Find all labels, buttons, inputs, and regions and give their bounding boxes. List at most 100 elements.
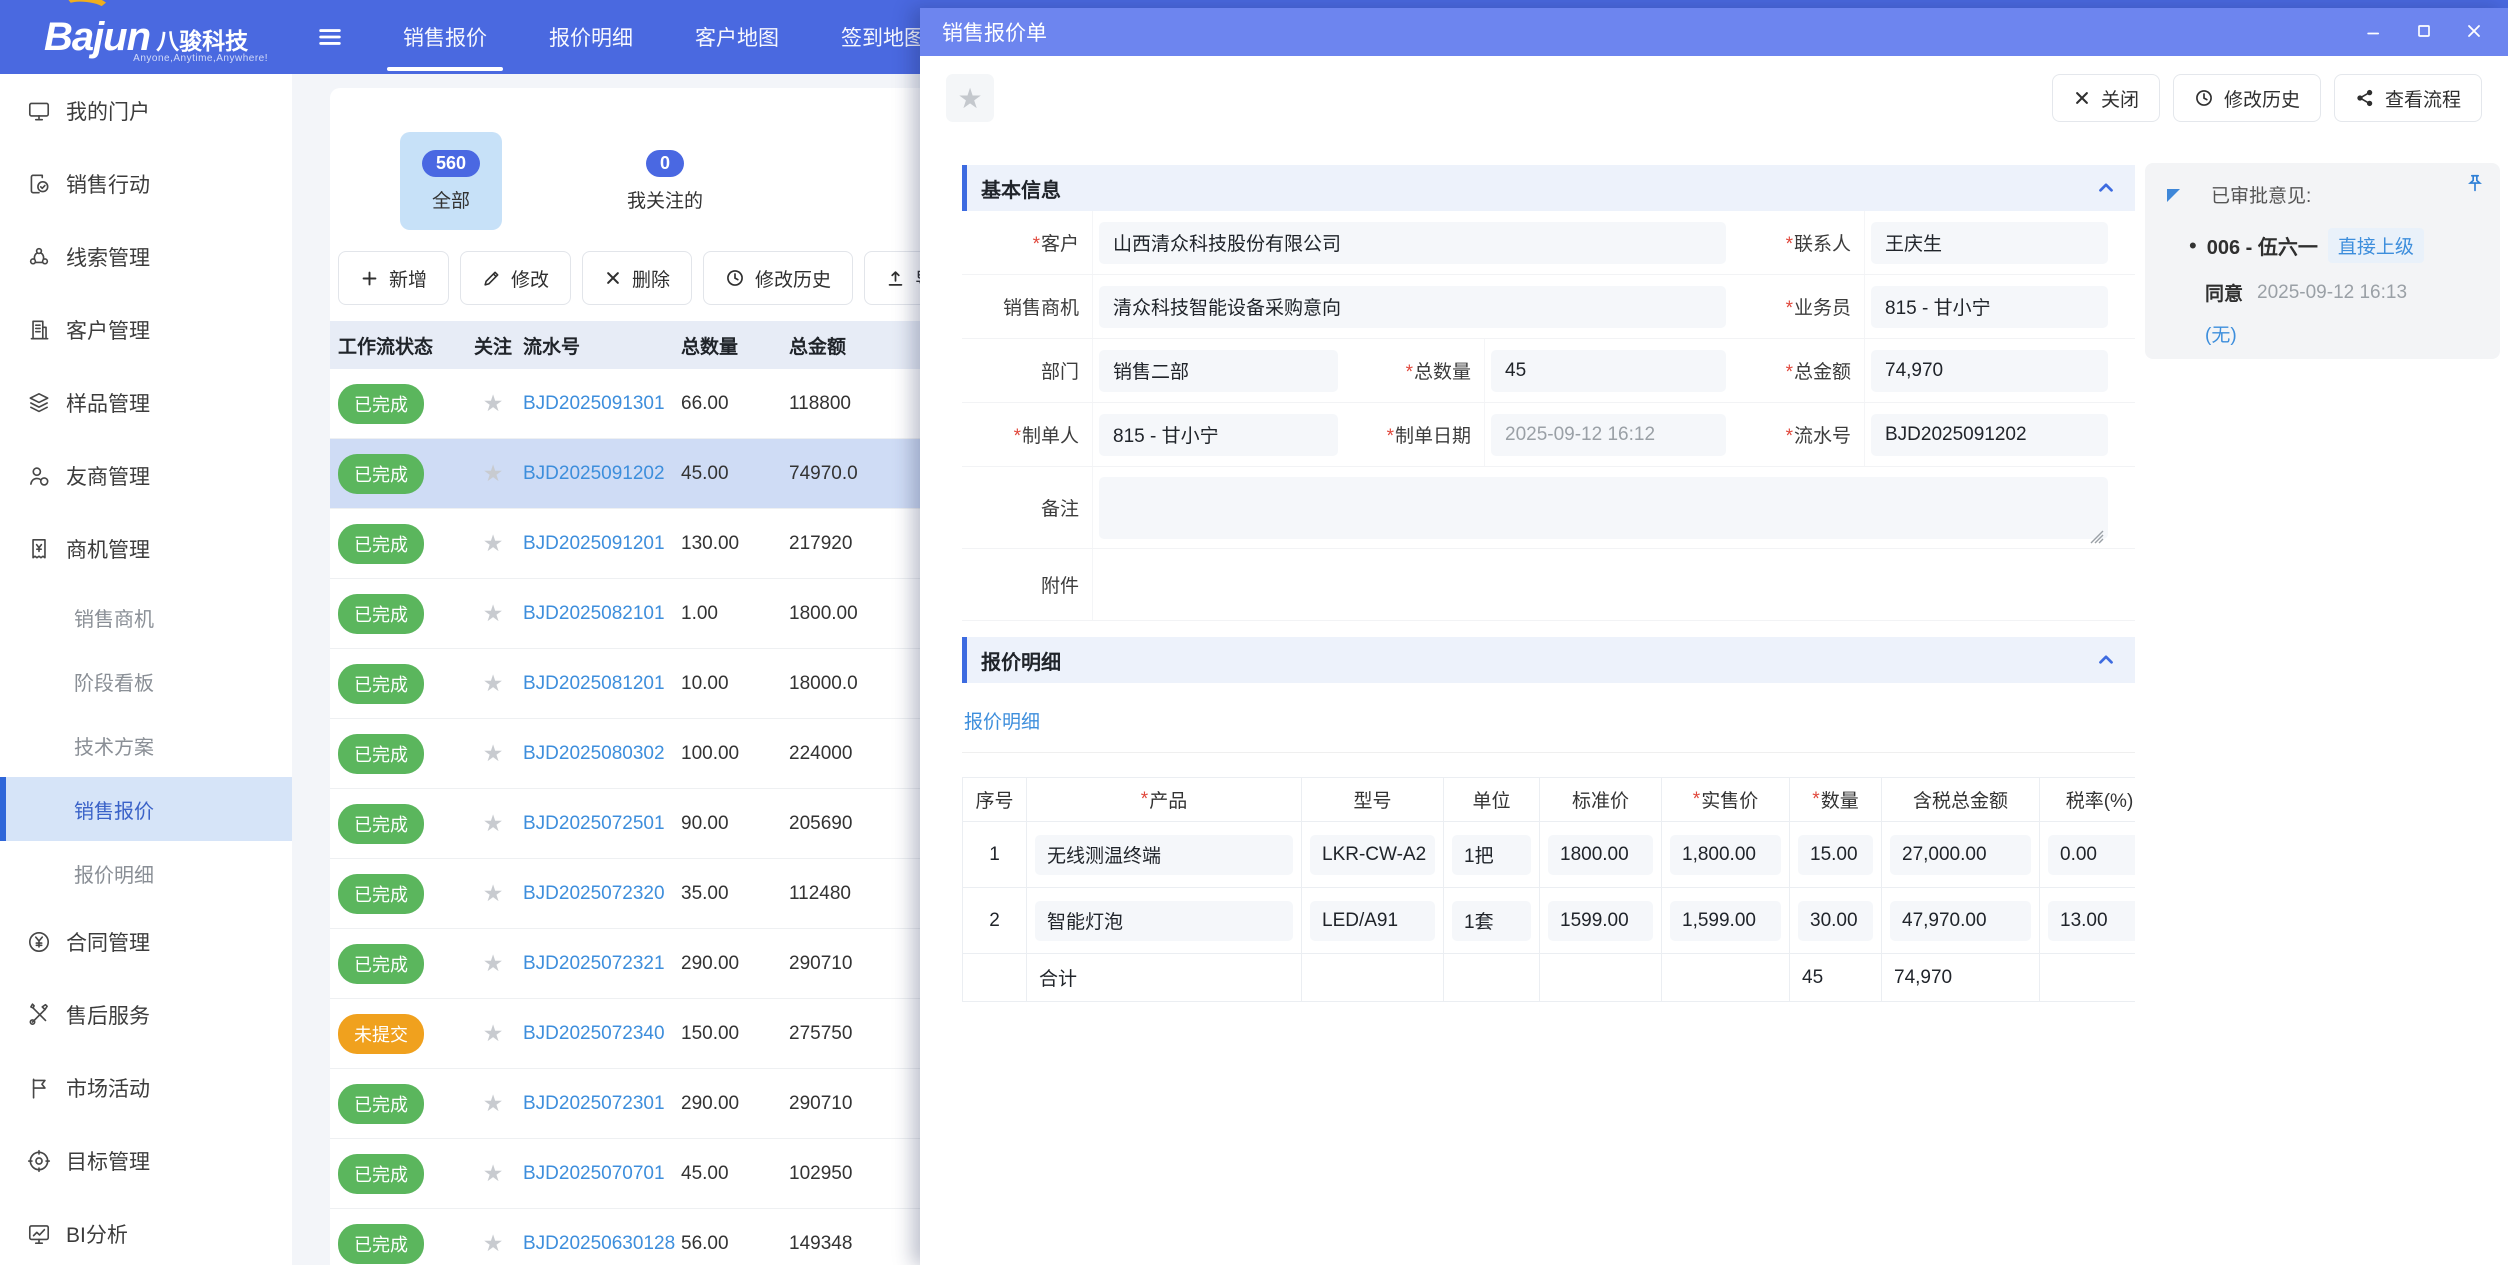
- favorite-star-icon[interactable]: ★: [463, 810, 523, 837]
- creator-field[interactable]: [1099, 414, 1338, 456]
- flow-no-link[interactable]: BJD2025072320: [523, 883, 665, 904]
- favorite-star-icon[interactable]: ★: [463, 670, 523, 697]
- flow-no-link[interactable]: BJD2025091202: [523, 463, 665, 484]
- detail-qty-value[interactable]: 30.00: [1798, 901, 1873, 941]
- flow-no-link[interactable]: BJD20250630128: [523, 1233, 675, 1254]
- pin-icon[interactable]: [2464, 173, 2486, 195]
- filter-followed[interactable]: 0 我关注的: [614, 132, 716, 230]
- favorite-star-icon[interactable]: ★: [463, 1020, 523, 1047]
- sidebar-item-marketing[interactable]: 市场活动: [0, 1051, 292, 1124]
- flow-no-link[interactable]: BJD2025091201: [523, 533, 665, 554]
- sidebar-item-targets[interactable]: 目标管理: [0, 1124, 292, 1197]
- opportunity-field[interactable]: [1099, 286, 1726, 328]
- sidebar-subitem-stage-board[interactable]: 阶段看板: [0, 649, 292, 713]
- favorite-star-icon[interactable]: ★: [463, 880, 523, 907]
- close-window-icon[interactable]: [2464, 21, 2486, 43]
- attachment-cell[interactable]: [1092, 549, 2114, 620]
- detail-std_price-value[interactable]: 1800.00: [1548, 835, 1653, 875]
- detail-sell_price-value[interactable]: 1,599.00: [1670, 901, 1781, 941]
- add-button[interactable]: 新增: [338, 251, 449, 305]
- favorite-star-icon[interactable]: ★: [463, 390, 523, 417]
- detail-std_price-cell: 1800.00: [1540, 822, 1662, 888]
- detail-amount-value[interactable]: 27,000.00: [1890, 835, 2031, 875]
- remark-field[interactable]: [1099, 477, 2108, 539]
- flow-no-link[interactable]: BJD2025091301: [523, 393, 665, 414]
- customer-field[interactable]: [1099, 222, 1726, 264]
- flow-no-link[interactable]: BJD2025070701: [523, 1163, 665, 1184]
- sidebar-item-sales-action[interactable]: 销售行动: [0, 147, 292, 220]
- sidebar-item-samples[interactable]: 样品管理: [0, 366, 292, 439]
- sidebar-item-bi-analysis[interactable]: BI分析: [0, 1197, 292, 1265]
- detail-tax-value[interactable]: 0.00: [2048, 835, 2135, 875]
- detail-amount-value[interactable]: 47,970.00: [1890, 901, 2031, 941]
- sidebar-item-leads[interactable]: 线索管理: [0, 220, 292, 293]
- detail-model-value[interactable]: LKR-CW-A2: [1310, 835, 1435, 875]
- favorite-star-icon[interactable]: ★: [946, 74, 994, 122]
- department-field[interactable]: [1099, 350, 1338, 392]
- sidebar-item-contracts[interactable]: 合同管理: [0, 905, 292, 978]
- quote-detail-link[interactable]: 报价明细: [964, 707, 1040, 734]
- add-button-label: 新增: [389, 265, 427, 292]
- sidebar-item-customers[interactable]: 客户管理: [0, 293, 292, 366]
- favorite-star-icon[interactable]: ★: [463, 1160, 523, 1187]
- sidebar-item-competitors[interactable]: 友商管理: [0, 439, 292, 512]
- sidebar-subitem-sales-opportunity[interactable]: 销售商机: [0, 585, 292, 649]
- total-amount-field[interactable]: [1871, 350, 2108, 392]
- detail-std_price-value[interactable]: 1599.00: [1548, 901, 1653, 941]
- target-icon: [26, 1148, 52, 1174]
- history-button[interactable]: 修改历史: [703, 251, 853, 305]
- approver-role-link[interactable]: 直接上级: [2328, 228, 2424, 263]
- divider: [962, 752, 2135, 753]
- salesman-field[interactable]: [1871, 286, 2108, 328]
- contact-field[interactable]: [1871, 222, 2108, 264]
- flow-no-link[interactable]: BJD2025072301: [523, 1093, 665, 1114]
- detail-unit-value[interactable]: 1把: [1452, 835, 1531, 875]
- favorite-star-icon[interactable]: ★: [463, 600, 523, 627]
- flow-no-link[interactable]: BJD2025072501: [523, 813, 665, 834]
- detail-tax-value[interactable]: 13.00: [2048, 901, 2135, 941]
- sidebar-subitem-sales-quote[interactable]: 销售报价: [0, 777, 292, 841]
- detail-product-value[interactable]: 无线测温终端: [1035, 835, 1293, 875]
- flow-no-link[interactable]: BJD2025081201: [523, 673, 665, 694]
- resize-grip-icon[interactable]: [2090, 530, 2104, 544]
- collapse-chevron-icon[interactable]: [2095, 177, 2117, 199]
- sidebar-item-my-portal[interactable]: 我的门户: [0, 74, 292, 147]
- nav-tab-quote-detail[interactable]: 报价明细: [518, 0, 664, 74]
- collapse-triangle-icon[interactable]: [2167, 189, 2180, 202]
- favorite-star-icon[interactable]: ★: [463, 740, 523, 767]
- favorite-star-icon[interactable]: ★: [463, 1230, 523, 1257]
- favorite-star-icon[interactable]: ★: [463, 460, 523, 487]
- close-button[interactable]: 关闭: [2052, 74, 2160, 122]
- sidebar-subitem-tech-solution[interactable]: 技术方案: [0, 713, 292, 777]
- flow-no-link[interactable]: BJD2025072340: [523, 1023, 665, 1044]
- hamburger-menu-icon[interactable]: [310, 17, 350, 57]
- flow-no-link[interactable]: BJD2025080302: [523, 743, 665, 764]
- minimize-icon[interactable]: [2364, 21, 2386, 43]
- approval-title: 已审批意见:: [2211, 181, 2482, 208]
- total-qty-field[interactable]: [1491, 350, 1726, 392]
- flow-no-field[interactable]: [1871, 414, 2108, 456]
- detail-qty-value[interactable]: 15.00: [1798, 835, 1873, 875]
- view-flow-button[interactable]: 查看流程: [2334, 74, 2482, 122]
- delete-button[interactable]: 删除: [582, 251, 692, 305]
- sidebar-subitem-quote-detail[interactable]: 报价明细: [0, 841, 292, 905]
- flow-no-link[interactable]: BJD2025082101: [523, 603, 665, 624]
- detail-sell_price-value[interactable]: 1,800.00: [1670, 835, 1781, 875]
- favorite-star-icon[interactable]: ★: [463, 530, 523, 557]
- favorite-star-icon[interactable]: ★: [463, 950, 523, 977]
- detail-unit-value[interactable]: 1套: [1452, 901, 1531, 941]
- modify-history-button[interactable]: 修改历史: [2173, 74, 2321, 122]
- filter-all[interactable]: 560 全部: [400, 132, 502, 230]
- nav-tab-sales-quote[interactable]: 销售报价: [372, 0, 518, 74]
- edit-button[interactable]: 修改: [460, 251, 571, 305]
- maximize-icon[interactable]: [2414, 21, 2436, 43]
- detail-product-value[interactable]: 智能灯泡: [1035, 901, 1293, 941]
- create-date-field[interactable]: [1491, 414, 1726, 456]
- nav-tab-customer-map[interactable]: 客户地图: [664, 0, 810, 74]
- sidebar-item-opportunities[interactable]: 商机管理: [0, 512, 292, 585]
- detail-model-value[interactable]: LED/A91: [1310, 901, 1435, 941]
- sidebar-item-after-sales[interactable]: 售后服务: [0, 978, 292, 1051]
- collapse-chevron-icon[interactable]: [2095, 649, 2117, 671]
- favorite-star-icon[interactable]: ★: [463, 1090, 523, 1117]
- flow-no-link[interactable]: BJD2025072321: [523, 953, 665, 974]
